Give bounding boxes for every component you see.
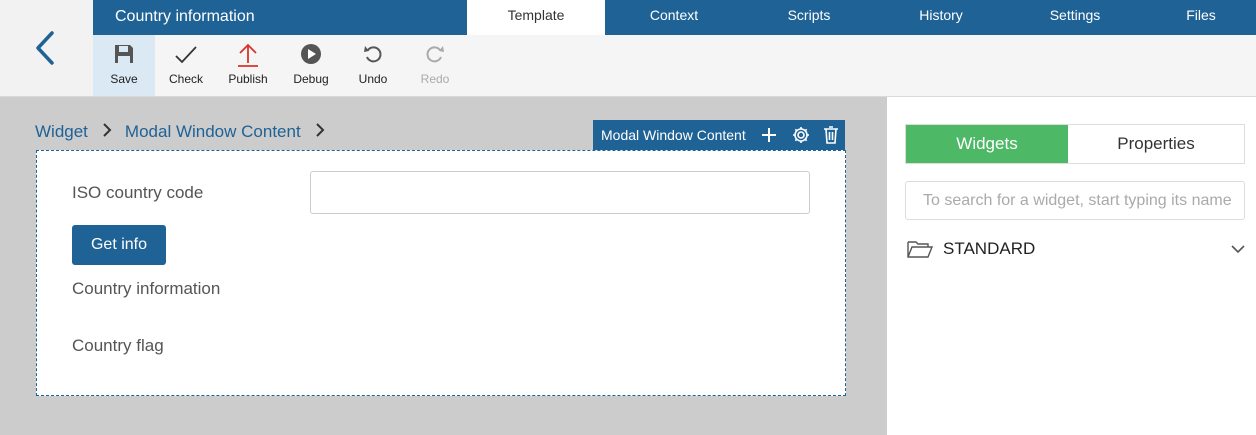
save-button[interactable]: Save [93,35,155,96]
selected-widget-label: Modal Window Content [601,127,746,143]
tab-history[interactable]: History [875,0,1007,35]
play-icon [280,43,342,65]
right-panel: Widgets Properties STANDARD [887,97,1256,435]
back-arrow-icon[interactable] [32,30,58,66]
check-label: Check [168,72,203,86]
right-panel-tabs: Widgets Properties [905,124,1245,164]
debug-button[interactable]: Debug [280,35,342,96]
add-icon[interactable] [758,124,780,146]
get-info-button[interactable]: Get info [72,225,166,265]
tab-scripts[interactable]: Scripts [743,0,875,35]
tab-widgets[interactable]: Widgets [906,125,1068,163]
redo-icon [404,43,466,65]
save-label: Save [110,72,138,86]
tab-context[interactable]: Context [605,0,743,35]
modal-window-content[interactable]: ISO country code Get info Country inform… [36,150,846,396]
back-column [0,0,93,97]
widget-group-label: STANDARD [943,239,1036,258]
upload-icon [217,43,279,67]
save-icon [93,43,155,65]
design-canvas: Widget Modal Window Content Modal Window… [0,97,887,435]
publish-button[interactable]: Publish [217,35,279,96]
check-icon [155,43,217,65]
gear-icon[interactable] [790,124,812,146]
chevron-down-icon[interactable] [1231,241,1245,259]
undo-label: Undo [358,72,388,86]
redo-button[interactable]: Redo [404,35,466,96]
tab-template[interactable]: Template [467,0,605,35]
folder-open-icon [907,239,934,264]
toolbar: Save Check Publish Debug Undo Redo [93,35,1256,97]
check-button[interactable]: Check [155,35,217,96]
chevron-right-icon [102,123,112,141]
widget-group-standard[interactable]: STANDARD [907,237,1245,261]
breadcrumb-widget[interactable]: Widget [35,122,88,142]
selected-widget-bar: Modal Window Content [593,120,845,150]
country-information-label: Country information [72,279,221,298]
breadcrumb-modal-window-content[interactable]: Modal Window Content [125,122,301,142]
chevron-right-icon [315,123,325,141]
tab-settings[interactable]: Settings [1007,0,1143,35]
iso-code-input[interactable] [310,171,810,214]
widget-search-input[interactable] [905,181,1245,220]
iso-code-label: ISO country code [72,183,204,202]
app-title: Country information [115,8,255,25]
country-flag-label: Country flag [72,336,164,355]
breadcrumb: Widget Modal Window Content [35,122,338,142]
tab-files[interactable]: Files [1143,0,1256,35]
undo-button[interactable]: Undo [342,35,404,96]
redo-label: Redo [420,72,450,86]
undo-icon [342,43,404,65]
trash-icon[interactable] [820,124,842,146]
publish-label: Publish [228,72,268,86]
debug-label: Debug [293,72,329,86]
top-bar: Country information Template Context Scr… [93,0,1256,35]
tab-properties[interactable]: Properties [1068,125,1244,163]
